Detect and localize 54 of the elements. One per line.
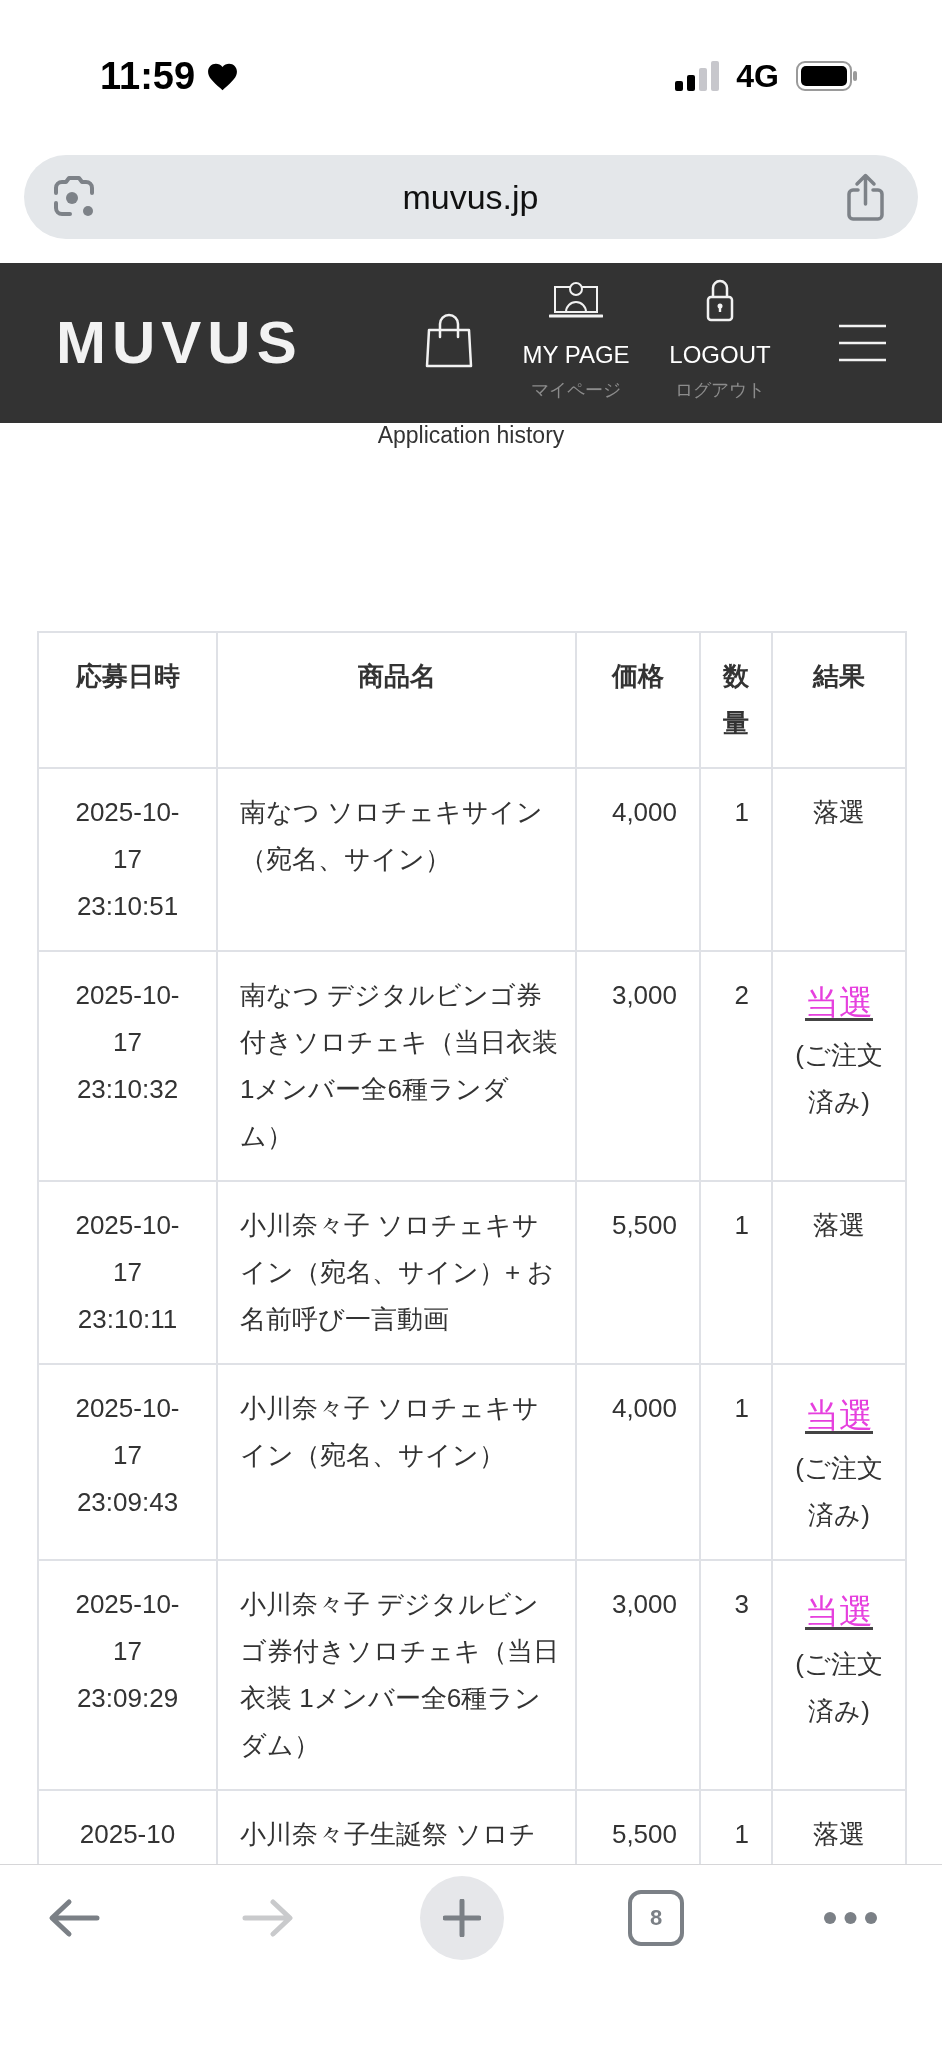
table-cell: 2025-10-17 23:09:29 (38, 1560, 217, 1790)
share-icon[interactable] (845, 173, 886, 221)
laptop-person-icon (549, 281, 603, 319)
table-cell: 3 (700, 1560, 772, 1790)
back-arrow-icon (48, 1898, 100, 1938)
plus-icon (443, 1899, 481, 1937)
table-cell: 4,000 (576, 1364, 700, 1560)
table-cell: 1 (700, 1181, 772, 1364)
more-button[interactable] (823, 1912, 877, 1924)
table-cell: 2 (700, 951, 772, 1181)
camera-icon (52, 175, 96, 219)
product-name: 小川奈々子 デジタルビンゴ券付きソロチェキ（当日衣装 1メンバー全6種ランダム） (240, 1588, 560, 1762)
product-name: 小川奈々子生誕祭 ソロチ (240, 1818, 538, 1851)
table-cell: 2025-10-17 23:10:32 (38, 951, 217, 1181)
lock-icon (706, 278, 734, 322)
table-cell: 2025-10-17 23:10:51 (38, 768, 217, 951)
battery-icon (796, 61, 858, 91)
order-note: (ご注文済み) (794, 1452, 884, 1532)
column-header: 数量 (700, 632, 772, 768)
network-type: 4G (736, 60, 779, 92)
table-cell: 1 (700, 768, 772, 951)
product-name: 南なつ デジタルビンゴ券付きソロチェキ（当日衣装 1メンバー全6種ランダム） (240, 979, 559, 1153)
page-title: Application history (376, 423, 566, 447)
table-cell: 1 (700, 1364, 772, 1560)
tabs-button[interactable]: 8 (628, 1890, 684, 1946)
back-button[interactable] (48, 1898, 100, 1938)
table-cell: 5,500 (576, 1181, 700, 1364)
table-cell: 3,000 (576, 951, 700, 1181)
column-header: 応募日時 (38, 632, 217, 768)
table-cell: 2025-10-17 23:10:11 (38, 1181, 217, 1364)
table-cell: 4,000 (576, 768, 700, 951)
more-icon (823, 1912, 877, 1924)
column-header: 商品名 (217, 632, 576, 768)
column-header: 結果 (772, 632, 906, 768)
order-note: (ご注文済み) (794, 1039, 884, 1119)
product-name: 南なつ ソロチェキサイン（宛名、サイン） (240, 796, 545, 876)
product-name: 小川奈々子 ソロチェキサイン（宛名、サイン） (240, 1392, 541, 1472)
product-name: 小川奈々子 ソロチェキサイン（宛名、サイン）+ お名前呼び一言動画 (240, 1209, 556, 1336)
menu-button[interactable] (839, 324, 886, 362)
nav-link[interactable]: LOGOUT ログアウト (655, 263, 785, 423)
nav-link[interactable]: MY PAGE マイページ (511, 263, 641, 423)
order-note: (ご注文済み) (794, 1648, 884, 1728)
address-bar[interactable]: muvus.jp (24, 155, 918, 239)
table-cell: 2025-10-17 23:09:43 (38, 1364, 217, 1560)
signal-icon (675, 61, 722, 91)
table-cell: 落選 (772, 1181, 906, 1364)
url-text: muvus.jp (401, 176, 540, 218)
column-header: 価格 (576, 632, 700, 768)
table-cell: 3,000 (576, 1560, 700, 1790)
menu-icon (839, 324, 886, 362)
forward-arrow-icon (242, 1898, 294, 1938)
status-time: 11:59 (100, 57, 196, 95)
table-cell: 落選 (772, 768, 906, 951)
site-logo[interactable]: MUVUS (56, 313, 303, 373)
